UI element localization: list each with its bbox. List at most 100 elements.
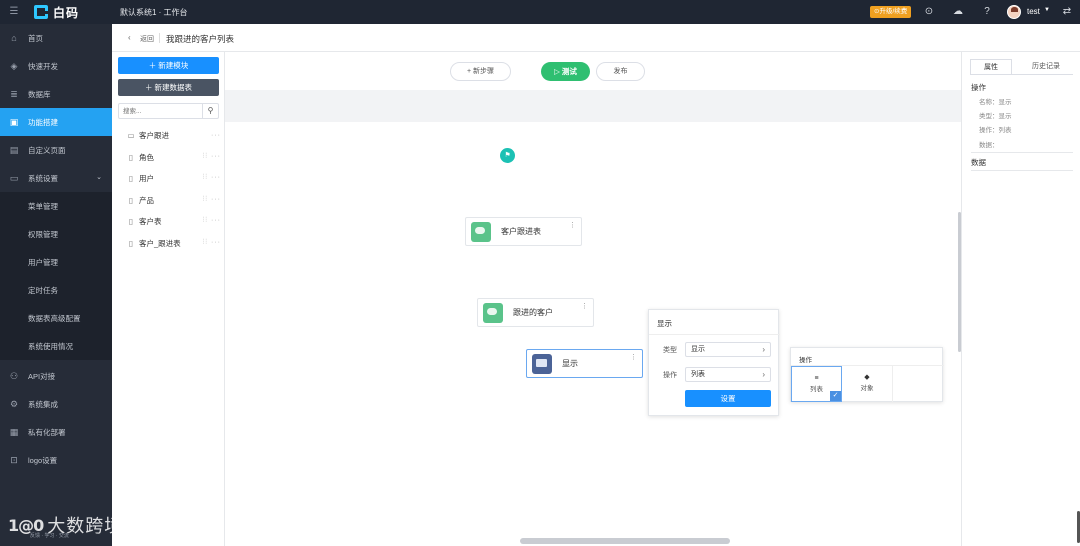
file-icon: ▯ [128,238,134,248]
sidebar-subitem-table-config[interactable]: 数据表高级配置 [0,304,112,332]
cloud-icon[interactable]: ☁ [951,5,965,19]
tab-properties[interactable]: 属性 [970,59,1012,75]
more-vertical-icon[interactable]: ⋮ [581,303,588,310]
set-button[interactable]: 设置 [685,390,771,407]
add-step-button[interactable]: + 新步骤 [450,62,511,81]
search-input[interactable] [120,105,202,117]
tab-history[interactable]: 历史记录 [1020,59,1072,75]
sidebar-item-build[interactable]: ▣ 功能搭建 [0,108,112,136]
sidebar-item-label: 私有化部署 [28,427,66,437]
sidebar-item-integration[interactable]: ⚙ 系统集成 [0,390,112,418]
op-option-list[interactable]: ≡ 列表 ✓ [791,366,842,402]
chevron-right-icon: › [762,370,765,379]
check-icon: ✓ [830,391,841,401]
tree-item-label: 客户_跟进表 [139,238,181,248]
app-logo[interactable]: 白码 [34,4,79,20]
sidebar-item-logo[interactable]: ⊡ logo设置 [0,446,112,474]
op-label: 操作 [663,372,677,379]
flow-node[interactable]: 跟进的客户 ⋮ [477,298,594,327]
node-label: 显示 [562,359,578,368]
user-name[interactable]: test [1027,7,1040,16]
chevron-right-icon: › [762,345,765,354]
back-link[interactable]: 返回 [140,34,154,44]
system-title[interactable]: 默认系统1 · 工作台 [120,7,188,18]
swap-icon[interactable]: ⇄ [1060,5,1074,19]
tree-table-item[interactable]: ▯ 产品 ⫶⫶ ··· [112,191,225,209]
horizontal-scrollbar[interactable] [520,538,730,544]
chevron-down-icon[interactable]: ▼ [1044,7,1050,13]
avatar[interactable] [1007,5,1021,19]
table-link-icon [483,302,503,323]
more-icon[interactable]: ··· [211,132,221,139]
op-select[interactable]: 列表 › [685,367,771,382]
tree-table-item[interactable]: ▯ 用户 ⫶⫶ ··· [112,169,225,187]
type-label: 类型 [663,347,677,354]
canvas-toolbar: + 新步骤 ▷ 测试 发布 [225,52,961,90]
sidebar-item-label: 定时任务 [28,285,58,295]
table-actions-icon[interactable]: ⫶⫶ ··· [203,239,221,247]
sidebar-item-label: API对接 [28,371,56,381]
table-actions-icon[interactable]: ⫶⫶ ··· [203,196,221,204]
sidebar-item-settings[interactable]: ▭ 系统设置 ⌄ [0,164,112,192]
op-option-object[interactable]: ◆ 对象 [842,366,893,402]
table-query-icon [471,221,491,242]
tree-item-label: 客户表 [139,216,162,226]
sidebar-subitem-usage[interactable]: 系统使用情况 [0,332,112,360]
sidebar-item-label: 快速开发 [28,61,58,71]
cube-icon: ◈ [10,60,18,71]
sidebar-item-home[interactable]: ⌂ 首页 [0,24,112,52]
new-table-button[interactable]: ＋ 新建数据表 [118,79,219,96]
divider [159,33,160,43]
tree-table-item[interactable]: ▯ 客户_跟进表 ⫶⫶ ··· [112,234,225,252]
op-option-label: 列表 [810,386,823,393]
sidebar-item-label: 功能搭建 [28,117,58,127]
sidebar-subitem-scheduled[interactable]: 定时任务 [0,276,112,304]
help-icon[interactable]: ? [980,5,994,19]
start-node-icon[interactable]: ⚑ [500,148,515,163]
tree-folder-item[interactable]: ▭ 客户跟进 ··· [112,126,225,144]
settings-icon: ▭ [9,172,19,183]
prop-op: 操作：列表 [979,127,1012,134]
build-icon: ▣ [9,116,19,127]
tree-table-item[interactable]: ▯ 角色 ⫶⫶ ··· [112,148,225,166]
menu-icon[interactable]: ☰ [8,6,20,18]
watermark-sub: 反馈 · 学习 · 交流 [30,533,69,539]
new-module-button[interactable]: ＋ 新建模块 [118,57,219,74]
flow-canvas[interactable]: + 新步骤 ▷ 测试 发布 ⚑ 客户跟进表 ⋮ 跟进的客户 ⋮ 显示 ⋮ 显示 … [225,52,961,546]
sidebar-item-label: 自定义页面 [28,145,66,155]
type-select[interactable]: 显示 › [685,342,771,357]
publish-button[interactable]: 发布 [596,62,645,81]
op-picker-title: 操作 [799,357,812,364]
type-select-value: 显示 [691,346,705,353]
sidebar-item-custom-page[interactable]: ▤ 自定义页面 [0,136,112,164]
chevron-down-icon: ⌄ [96,174,102,181]
op-option-label: 对象 [860,385,874,392]
play-icon[interactable]: ⊙ [922,5,936,19]
sidebar-item-api[interactable]: ⚇ API对接 [0,362,112,390]
sidebar-item-quick-dev[interactable]: ◈ 快速开发 [0,52,112,80]
more-vertical-icon[interactable]: ⋮ [630,354,637,361]
chevron-left-icon[interactable]: ‹ [128,33,131,42]
upgrade-button[interactable]: ⊙升级/续费 [870,6,912,18]
divider [971,170,1073,171]
sidebar-subitem-users[interactable]: 用户管理 [0,248,112,276]
table-actions-icon[interactable]: ⫶⫶ ··· [203,153,221,161]
test-button[interactable]: ▷ 测试 [541,62,590,81]
search-icon[interactable]: ⚲ [202,104,218,118]
tree-item-label: 用户 [139,173,154,183]
sidebar-item-database[interactable]: ≣ 数据库 [0,80,112,108]
sidebar-subitem-permission[interactable]: 权限管理 [0,220,112,248]
sidebar-item-label: 系统集成 [28,399,58,409]
prop-data: 数据： [979,142,999,149]
operation-picker: 操作 ≡ 列表 ✓ ◆ 对象 [790,347,944,402]
more-vertical-icon[interactable]: ⋮ [569,222,576,229]
sidebar-subitem-menu[interactable]: 菜单管理 [0,192,112,220]
table-actions-icon[interactable]: ⫶⫶ ··· [203,174,221,182]
flow-node[interactable]: 客户跟进表 ⋮ [465,217,582,246]
divider [649,334,780,335]
display-icon [532,353,552,374]
tree-table-item[interactable]: ▯ 客户表 ⫶⫶ ··· [112,212,225,230]
sidebar-item-deploy[interactable]: ▦ 私有化部署 [0,418,112,446]
flow-node-selected[interactable]: 显示 ⋮ [526,349,643,378]
table-actions-icon[interactable]: ⫶⫶ ··· [203,217,221,225]
